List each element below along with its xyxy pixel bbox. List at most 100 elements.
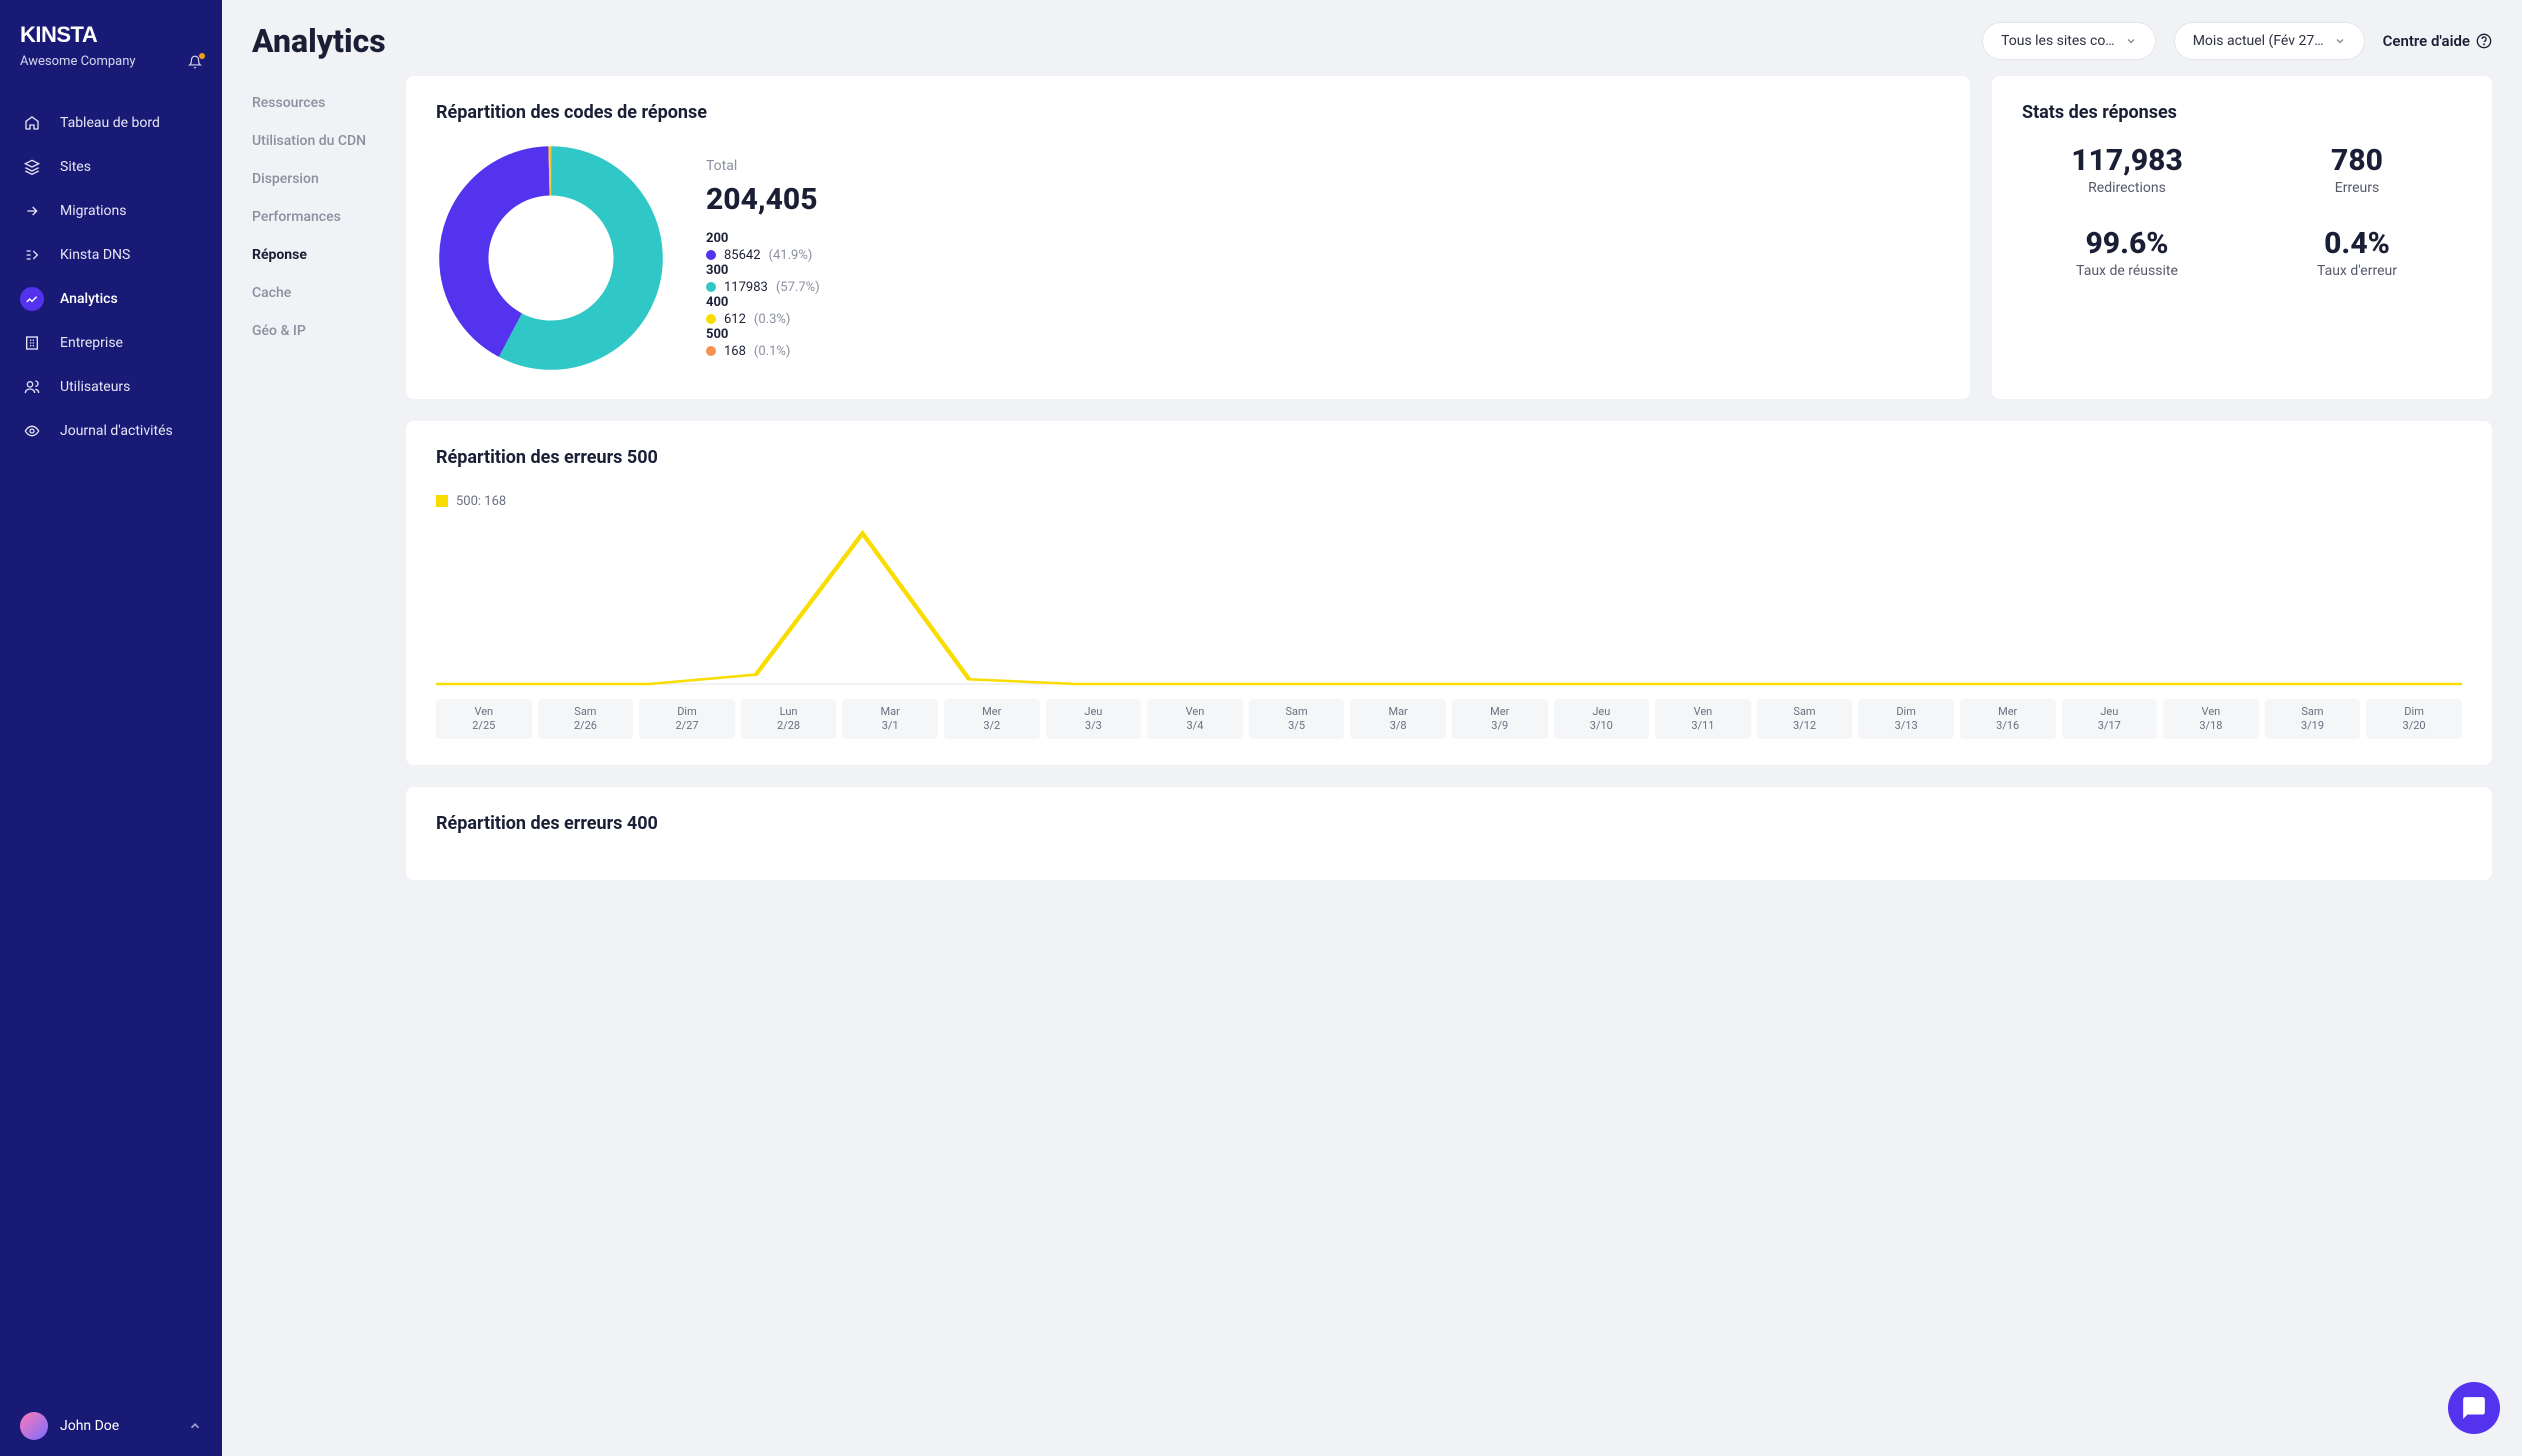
legend-swatch [436, 495, 448, 507]
subnav-item[interactable]: Utilisation du CDN [252, 122, 382, 160]
nav-label: Sites [60, 159, 91, 175]
x-tick: Mar3/8 [1350, 699, 1446, 740]
stat-label: Erreurs [2252, 180, 2462, 196]
legend-dot [706, 346, 716, 356]
legend-pct: (0.3%) [754, 312, 791, 327]
stat-cell: 99.6% Taux de réussite [2022, 226, 2232, 279]
subnav-item[interactable]: Ressources [252, 84, 382, 122]
building-icon [20, 331, 44, 355]
response-codes-card: Répartition des codes de réponse [406, 76, 1970, 399]
nav-label: Journal d'activités [60, 423, 173, 439]
x-tick: Ven2/25 [436, 699, 532, 740]
nav-item-eye[interactable]: Journal d'activités [0, 409, 222, 453]
period-filter-label: Mois actuel (Fév 27… [2193, 33, 2324, 49]
arrow-icon [20, 199, 44, 223]
legend-dot [706, 282, 716, 292]
stat-cell: 0.4% Taux d'erreur [2252, 226, 2462, 279]
nav-label: Utilisateurs [60, 379, 130, 395]
card-title: Répartition des erreurs 500 [436, 447, 2462, 468]
legend-value: 85642 [724, 248, 761, 263]
page-title: Analytics [252, 22, 386, 60]
stat-cell: 117,983 Redirections [2022, 143, 2232, 196]
company-name: Awesome Company [20, 54, 136, 69]
legend-code: 500 [706, 327, 820, 342]
nav-item-users[interactable]: Utilisateurs [0, 365, 222, 409]
subnav-item[interactable]: Réponse [252, 236, 382, 274]
x-tick: Dim3/13 [1858, 699, 1954, 740]
x-tick: Jeu3/3 [1046, 699, 1142, 740]
subnav-item[interactable]: Performances [252, 198, 382, 236]
stat-label: Redirections [2022, 180, 2232, 196]
nav-item-dns[interactable]: Kinsta DNS [0, 233, 222, 277]
brand-logo: KINSTA [20, 22, 202, 48]
x-tick: Jeu3/10 [1554, 699, 1650, 740]
analytics-subnav: RessourcesUtilisation du CDNDispersionPe… [252, 76, 382, 880]
user-name: John Doe [60, 1418, 119, 1434]
nav-label: Kinsta DNS [60, 247, 130, 263]
period-filter[interactable]: Mois actuel (Fév 27… [2174, 22, 2365, 60]
subnav-item[interactable]: Cache [252, 274, 382, 312]
sidebar: KINSTA Awesome Company Tableau de bord Si… [0, 0, 222, 1456]
chat-icon [2461, 1395, 2487, 1421]
nav-item-home[interactable]: Tableau de bord [0, 101, 222, 145]
legend-row: 500 168 (0.1%) [706, 327, 820, 359]
subnav-item[interactable]: Dispersion [252, 160, 382, 198]
nav-label: Migrations [60, 203, 127, 219]
nav-item-chart[interactable]: Analytics [0, 277, 222, 321]
home-icon [20, 111, 44, 135]
stat-label: Taux d'erreur [2252, 263, 2462, 279]
legend-row: 200 85642 (41.9%) [706, 231, 820, 263]
legend-pct: (57.7%) [776, 280, 820, 295]
x-tick: Mer3/2 [944, 699, 1040, 740]
legend-code: 400 [706, 295, 820, 310]
layers-icon [20, 155, 44, 179]
stat-value: 0.4% [2252, 226, 2462, 261]
chevron-down-icon [2125, 35, 2137, 47]
x-tick: Ven3/18 [2163, 699, 2259, 740]
stat-value: 780 [2252, 143, 2462, 178]
card-title: Stats des réponses [2022, 102, 2462, 123]
legend-dot [706, 250, 716, 260]
stat-value: 117,983 [2022, 143, 2232, 178]
x-tick: Sam3/12 [1757, 699, 1853, 740]
nav-item-layers[interactable]: Sites [0, 145, 222, 189]
topbar: Analytics Tous les sites co… Mois actuel… [252, 22, 2492, 60]
user-footer[interactable]: John Doe [0, 1396, 222, 1456]
chart-icon [20, 287, 44, 311]
line-chart [436, 519, 2462, 689]
help-link[interactable]: Centre d'aide [2383, 32, 2492, 50]
eye-icon [20, 419, 44, 443]
nav-label: Entreprise [60, 335, 123, 351]
legend-value: 168 [724, 344, 746, 359]
stat-cell: 780 Erreurs [2252, 143, 2462, 196]
x-tick: Mer3/9 [1452, 699, 1548, 740]
legend-row: 300 117983 (57.7%) [706, 263, 820, 295]
errors-500-card: Répartition des erreurs 500 500: 168 Ven… [406, 421, 2492, 765]
nav-item-building[interactable]: Entreprise [0, 321, 222, 365]
nav-item-arrow[interactable]: Migrations [0, 189, 222, 233]
sites-filter-label: Tous les sites co… [2001, 33, 2115, 49]
bell-icon[interactable] [188, 55, 202, 69]
donut-chart [436, 143, 666, 373]
subnav-item[interactable]: Géo & IP [252, 312, 382, 350]
chat-button[interactable] [2448, 1382, 2500, 1434]
legend-code: 200 [706, 231, 820, 246]
card-title: Répartition des erreurs 400 [436, 813, 2462, 834]
legend-row: 400 612 (0.3%) [706, 295, 820, 327]
x-tick: Ven3/4 [1147, 699, 1243, 740]
x-tick: Ven3/11 [1655, 699, 1751, 740]
response-stats-card: Stats des réponses 117,983 Redirections 78… [1992, 76, 2492, 399]
avatar [20, 1412, 48, 1440]
dns-icon [20, 243, 44, 267]
x-tick: Lun2/28 [741, 699, 837, 740]
stat-value: 99.6% [2022, 226, 2232, 261]
x-tick: Sam3/19 [2265, 699, 2361, 740]
x-tick: Dim2/27 [639, 699, 735, 740]
chevron-up-icon [188, 1419, 202, 1433]
help-label: Centre d'aide [2383, 32, 2470, 50]
stat-label: Taux de réussite [2022, 263, 2232, 279]
total-label: Total [706, 158, 820, 174]
series-legend: 500: 168 [436, 494, 506, 509]
sites-filter[interactable]: Tous les sites co… [1982, 22, 2156, 60]
errors-400-card: Répartition des erreurs 400 [406, 787, 2492, 880]
